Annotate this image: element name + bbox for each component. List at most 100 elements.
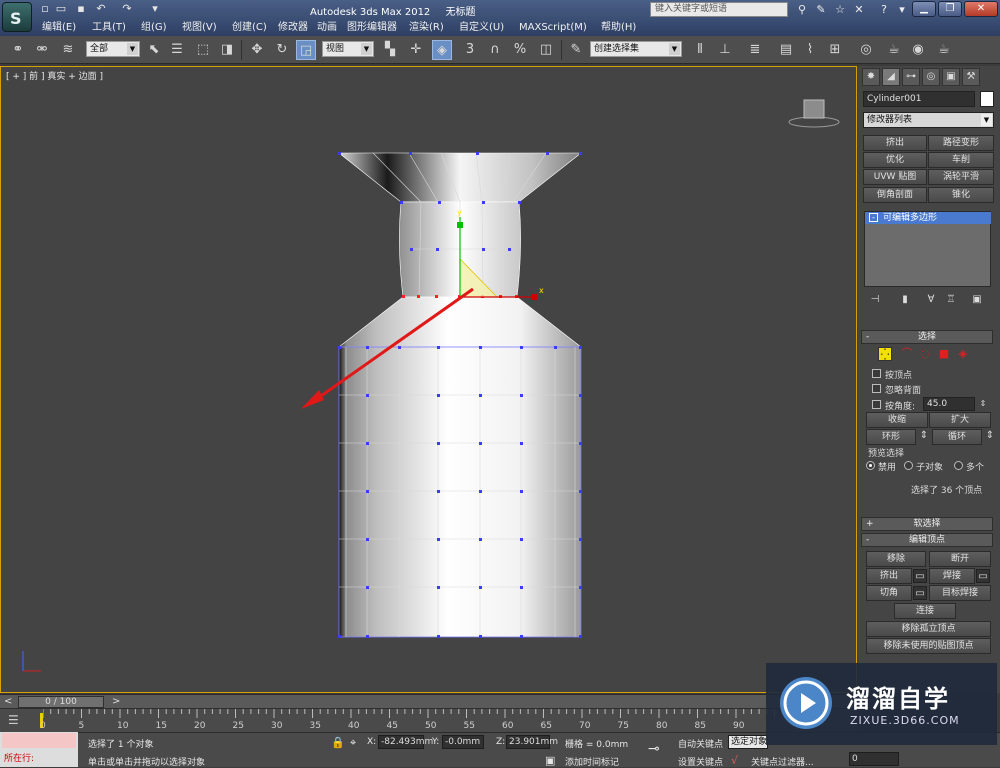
object-name-field[interactable]: Cylinder001 [863, 91, 975, 107]
spinner-snap-icon[interactable]: ◫ [536, 40, 556, 60]
grow-button[interactable]: 扩大 [929, 412, 991, 428]
ring-spinner-icon[interactable]: ⇕ [917, 429, 931, 445]
modifier-lathe-button[interactable]: 车削 [928, 152, 994, 168]
favorites-icon[interactable]: ☆ [832, 2, 848, 17]
loop-button[interactable]: 循环 [932, 429, 982, 445]
select-and-move-icon[interactable]: ✥ [247, 40, 267, 60]
track-bar[interactable]: ☰ 0 5 10 15 20 25 30 35 40 45 50 55 60 65 70 75 80 85 90 [0, 708, 857, 732]
menu-rendering[interactable]: 渲染(R) [409, 19, 444, 36]
vase-lip[interactable] [338, 152, 582, 203]
modify-tab-icon[interactable]: ◢ [882, 68, 900, 86]
x-coordinate-field[interactable]: -82.493mm [378, 735, 433, 749]
edit-named-selection-icon[interactable]: ✎ [566, 40, 586, 60]
pivot-center-icon[interactable]: ▚ [380, 40, 400, 60]
display-tab-icon[interactable]: ▣ [942, 68, 960, 86]
z-coordinate-field[interactable]: 23.901mm [506, 735, 558, 749]
modifier-bevel-profile-button[interactable]: 倒角剖面 [863, 187, 927, 203]
selection-rollout-header[interactable]: - 选择 [861, 330, 993, 344]
close-button[interactable]: ✕ [964, 1, 998, 17]
set-key-button[interactable]: 设置关键点 [678, 755, 723, 768]
remove-modifier-icon[interactable]: ♖ [944, 293, 958, 307]
quick-access-dropdown-icon[interactable]: ▾ [148, 2, 162, 16]
modifier-extrude-button[interactable]: 挤出 [863, 135, 927, 151]
loop-spinner-icon[interactable]: ⇕ [983, 429, 997, 445]
binoculars-icon[interactable]: ⚲ [794, 2, 810, 17]
mini-curve-editor-icon[interactable]: ☰ [8, 713, 19, 727]
add-time-tag-text[interactable]: 添加时间标记 [565, 755, 619, 768]
render-setup-icon[interactable]: ☕ [884, 40, 904, 60]
menu-customize[interactable]: 自定义(U) [459, 19, 504, 36]
help-icon[interactable]: ? [876, 2, 892, 17]
modifier-stack-item[interactable]: - 可编辑多边形 [865, 212, 991, 224]
remove-unused-map-vertices-button[interactable]: 移除未使用的贴图顶点 [866, 638, 991, 654]
material-editor-icon[interactable]: ◎ [856, 40, 876, 60]
vertex-mode-icon[interactable]: ⁛ [878, 347, 892, 361]
search-input[interactable]: 键入关键字或短语 [650, 2, 788, 17]
modifier-uvw-map-button[interactable]: UVW 贴图 [863, 169, 927, 185]
menu-create[interactable]: 创建(C) [232, 19, 267, 36]
make-unique-icon[interactable]: ∀ [924, 293, 938, 307]
save-icon[interactable]: ▪ [74, 2, 88, 16]
vase-shoulder[interactable] [338, 296, 582, 348]
absolute-mode-icon[interactable]: ⌖ [350, 736, 356, 750]
minimize-button[interactable]: ▁ [912, 1, 936, 17]
time-tag-icon[interactable]: ▣ [545, 754, 555, 767]
chamfer-button[interactable]: 切角 [866, 585, 912, 601]
mirror-icon[interactable]: ⫴ [690, 40, 710, 60]
angle-spinner[interactable]: 45.0 [923, 397, 975, 411]
extrude-settings-icon[interactable]: ▭ [913, 569, 927, 583]
modifier-turbosmooth-button[interactable]: 涡轮平滑 [928, 169, 994, 185]
menu-edit[interactable]: 编辑(E) [42, 19, 76, 36]
y-coordinate-field[interactable]: -0.0mm [442, 735, 484, 749]
selection-filter-dropdown[interactable]: 全部 ▼ [86, 41, 140, 57]
select-manipulate-icon[interactable]: ✛ [406, 40, 426, 60]
connect-button[interactable]: 连接 [894, 603, 956, 619]
select-by-name-icon[interactable]: ☰ [167, 40, 187, 60]
time-slider-prev-icon[interactable]: < [4, 696, 12, 707]
select-and-link-icon[interactable]: ⚭ [8, 40, 28, 60]
listener-input[interactable] [2, 733, 76, 748]
tools-icon[interactable]: ✕ [851, 2, 867, 17]
menu-maxscript[interactable]: MAXScript(M) [519, 19, 587, 36]
by-angle-checkbox[interactable] [872, 400, 881, 409]
chamfer-settings-icon[interactable]: ▭ [913, 586, 927, 600]
snaps-toggle-icon[interactable]: 3 [460, 40, 480, 60]
menu-view[interactable]: 视图(V) [182, 19, 217, 36]
configure-sets-icon[interactable]: ▣ [970, 293, 984, 307]
weld-settings-icon[interactable]: ▭ [976, 569, 990, 583]
align-icon[interactable]: ⊥ [715, 40, 735, 60]
rectangular-region-icon[interactable]: ⬚ [193, 40, 213, 60]
undo-icon[interactable]: ↶ [94, 2, 108, 16]
layer-manager-icon[interactable]: ≣ [745, 40, 765, 60]
selection-lock-icon[interactable]: 🔒 [331, 736, 345, 749]
target-weld-button[interactable]: 目标焊接 [929, 585, 991, 601]
window-crossing-icon[interactable]: ◨ [217, 40, 237, 60]
help-dropdown-icon[interactable]: ▾ [894, 2, 910, 17]
edge-mode-icon[interactable]: ⌒ [900, 347, 914, 361]
modifier-list-dropdown[interactable]: 修改器列表 ▼ [863, 112, 994, 128]
soft-selection-rollout-header[interactable]: + 软选择 [861, 517, 993, 531]
restore-button[interactable]: ❐ [938, 1, 962, 17]
modifier-optimize-button[interactable]: 优化 [863, 152, 927, 168]
hierarchy-tab-icon[interactable]: ⊶ [902, 68, 920, 86]
named-selection-dropdown[interactable]: 创建选择集 ▼ [590, 41, 682, 57]
viewport-label[interactable]: [ + ] 前 ] 真实 + 边面 ] [6, 69, 103, 82]
motion-tab-icon[interactable]: ◎ [922, 68, 940, 86]
menu-animation[interactable]: 动画 [317, 19, 337, 36]
modifier-stack[interactable]: - 可编辑多边形 [864, 211, 991, 287]
menu-help[interactable]: 帮助(H) [601, 19, 636, 36]
maxscript-listener[interactable]: 所在行: [0, 732, 78, 767]
vase-body[interactable] [338, 346, 582, 638]
menu-graph-editors[interactable]: 图形编辑器 [347, 19, 397, 36]
menu-tools[interactable]: 工具(T) [92, 19, 126, 36]
percent-snap-icon[interactable]: % [510, 40, 530, 60]
auto-key-button[interactable]: 自动关键点 [678, 737, 723, 750]
key-filter-icon[interactable]: √ [731, 754, 738, 767]
key-filters-button[interactable]: 关键点过滤器... [751, 755, 814, 768]
new-file-icon[interactable]: ▫ [38, 2, 52, 16]
curve-editor-icon[interactable]: ⌇ [800, 40, 820, 60]
polygon-mode-icon[interactable]: ■ [937, 347, 951, 361]
break-button[interactable]: 断开 [929, 551, 991, 567]
spinner-arrows-icon[interactable]: ⇕ [976, 397, 990, 411]
select-and-scale-icon[interactable]: ◲ [296, 40, 316, 60]
